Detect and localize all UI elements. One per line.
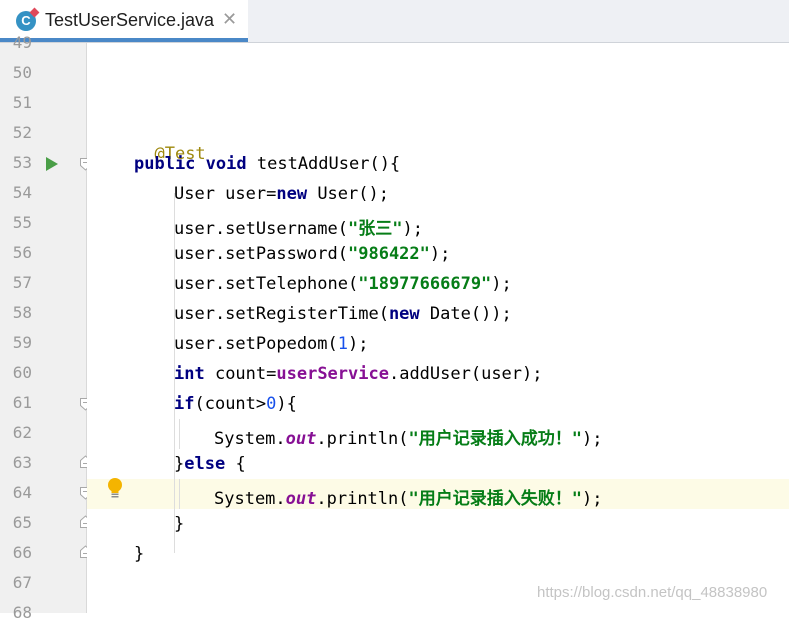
line-number: 62 bbox=[12, 423, 32, 442]
code-line-61: if(count>0){ bbox=[174, 394, 297, 414]
close-icon[interactable]: ✕ bbox=[222, 9, 237, 30]
line-number: 61 bbox=[12, 393, 32, 412]
line-number: 51 bbox=[12, 93, 32, 112]
watermark: https://blog.csdn.net/qq_48838980 bbox=[537, 584, 768, 601]
line-number: 55 bbox=[12, 213, 32, 232]
line-number: 63 bbox=[12, 453, 32, 472]
line-number: 64 bbox=[12, 483, 32, 502]
indent-guide bbox=[179, 419, 180, 449]
run-test-icon[interactable] bbox=[46, 157, 58, 171]
editor-gutter[interactable]: 49 50 51 52 53 54 55 56 57 58 59 60 61 62 63 64 65 66 67 68 bbox=[0, 33, 91, 622]
code-line-64: System.out.println("用户记录插入失败！"); bbox=[214, 489, 603, 509]
line-number: 56 bbox=[12, 243, 32, 262]
line-number: 57 bbox=[12, 273, 32, 292]
tab-title: TestUserService.java bbox=[45, 10, 215, 30]
line-number: 49 bbox=[12, 33, 32, 52]
line-number: 65 bbox=[12, 513, 32, 532]
tab-test-user-service[interactable]: C TestUserService.java ✕ bbox=[0, 0, 248, 42]
code-line-55: user.setUsername("张三"); bbox=[174, 219, 423, 239]
line-number: 67 bbox=[12, 573, 32, 592]
line-number: 60 bbox=[12, 363, 32, 382]
intention-bulb-icon[interactable] bbox=[106, 477, 124, 499]
code-line-59: user.setPopedom(1); bbox=[174, 334, 369, 354]
code-line-65: } bbox=[174, 514, 185, 534]
code-line-63: }else { bbox=[174, 454, 246, 474]
code-line-58: user.setRegisterTime(new Date()); bbox=[174, 304, 512, 324]
line-number: 58 bbox=[12, 303, 32, 322]
line-number: 50 bbox=[12, 63, 32, 82]
code-line-66: } bbox=[134, 544, 145, 564]
editor-tab-bar: C TestUserService.java ✕ bbox=[0, 0, 789, 43]
line-number: 52 bbox=[12, 123, 32, 142]
code-line-54: User user=new User(); bbox=[174, 184, 389, 204]
line-number: 66 bbox=[12, 543, 32, 562]
line-number: 54 bbox=[12, 183, 32, 202]
code-line-53: public void testAddUser(){ bbox=[134, 154, 401, 174]
indent-guide bbox=[179, 479, 180, 509]
code-line-62: System.out.println("用户记录插入成功！"); bbox=[214, 429, 603, 449]
line-number: 53 bbox=[12, 153, 32, 172]
line-number: 59 bbox=[12, 333, 32, 352]
code-line-60: int count=userService.addUser(user); bbox=[174, 364, 543, 384]
code-line-56: user.setPassword("986422"); bbox=[174, 244, 451, 264]
code-line-57: user.setTelephone("18977666679"); bbox=[174, 274, 512, 294]
